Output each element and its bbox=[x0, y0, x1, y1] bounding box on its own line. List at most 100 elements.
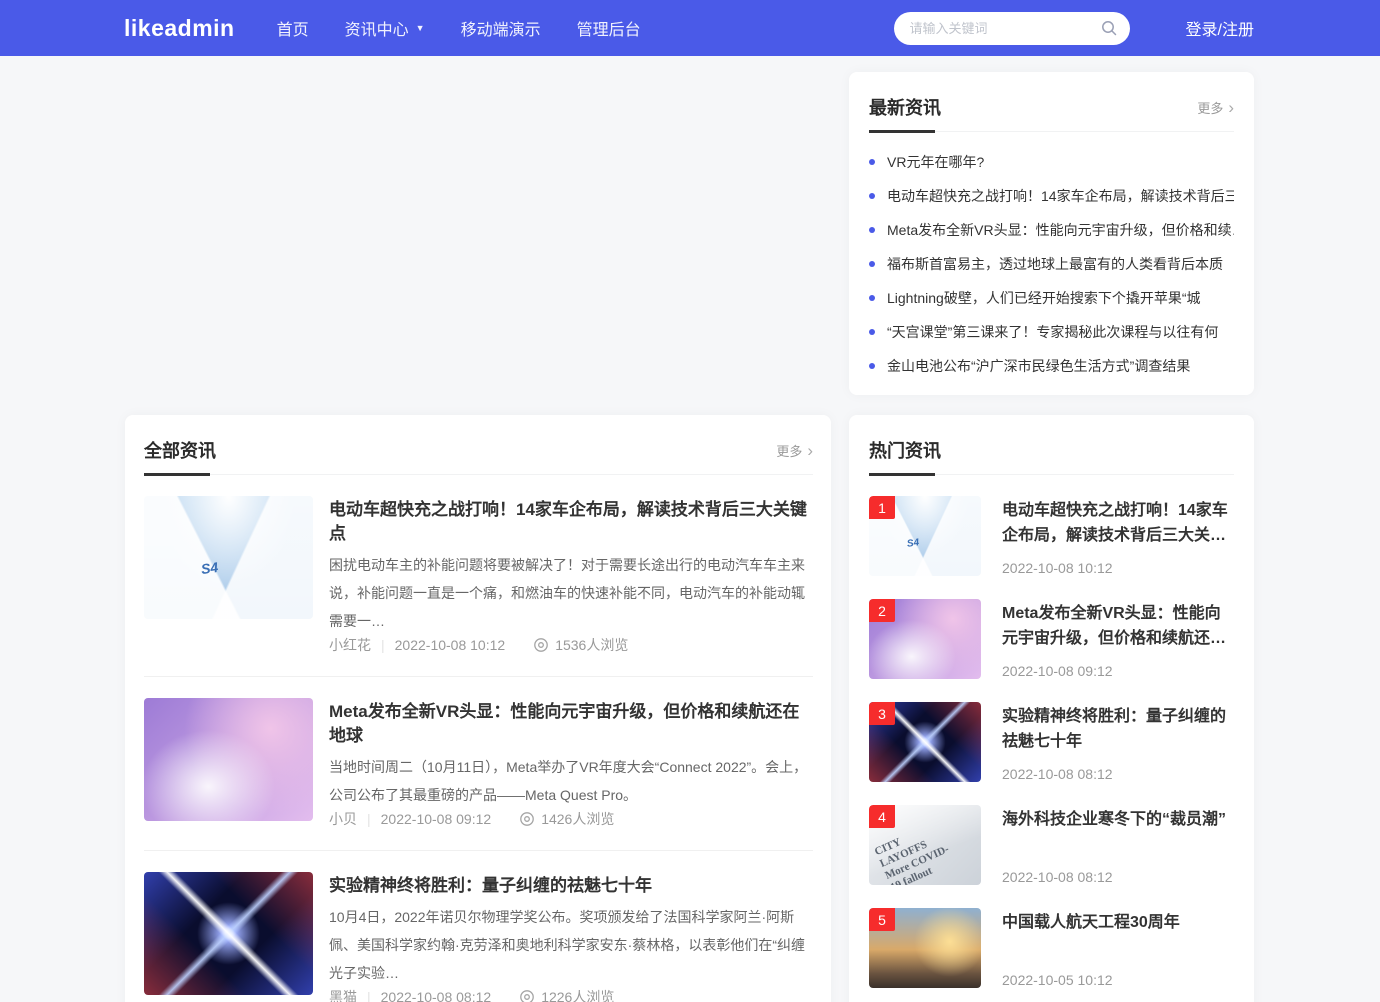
all-news-more-link[interactable]: 更多 › bbox=[776, 441, 813, 460]
list-item[interactable]: “天宫课堂”第三课来了！专家揭秘此次课程与以往有何 bbox=[869, 315, 1234, 349]
article-row[interactable]: Meta发布全新VR头显：性能向元宇宙升级，但价格和续航还在地球 当地时间周二（… bbox=[144, 676, 813, 850]
search-box bbox=[894, 12, 1130, 45]
hot-item-date: 2022-10-08 08:12 bbox=[1002, 766, 1234, 782]
hot-item-date: 2022-10-05 10:12 bbox=[1002, 972, 1234, 988]
article-title[interactable]: 实验精神终将胜利：量子纠缠的祛魅七十年 bbox=[329, 874, 813, 898]
meta-divider: | bbox=[367, 811, 371, 827]
hot-news-panel: 热门资讯 1 S4 电动车超快充之战打响！14家车企布局，解读技术背后三大关键点… bbox=[849, 415, 1254, 1002]
hot-item-date: 2022-10-08 09:12 bbox=[1002, 663, 1234, 679]
latest-news-list: VR元年在哪年? 电动车超快充之战打响！14家车企布局，解读技术背后三… Met… bbox=[869, 132, 1234, 383]
nav-item-admin-panel[interactable]: 管理后台 bbox=[577, 16, 641, 40]
hot-thumbnail-quantum[interactable]: 3 bbox=[869, 702, 981, 782]
hot-item-title[interactable]: 电动车超快充之战打响！14家车企布局，解读技术背后三大关键点 bbox=[1002, 498, 1234, 548]
rank-badge: 2 bbox=[869, 599, 895, 622]
article-meta: 小红花 | 2022-10-08 10:12 1536人浏览 bbox=[329, 635, 813, 655]
bullet-dot-icon bbox=[869, 329, 875, 335]
hot-news-item[interactable]: 4 CITY LAYOFFS More COVID-19 fallout 海外科… bbox=[869, 805, 1234, 885]
hot-item-date: 2022-10-08 10:12 bbox=[1002, 560, 1234, 576]
search-icon[interactable] bbox=[1100, 19, 1118, 37]
list-item[interactable]: Meta发布全新VR头显：性能向元宇宙升级，但价格和续…还 bbox=[869, 213, 1234, 247]
hot-item-title[interactable]: 实验精神终将胜利：量子纠缠的祛魅七十年 bbox=[1002, 704, 1234, 754]
eye-icon bbox=[519, 989, 535, 1002]
main-nav: 首页 资讯中心 ▼ 移动端演示 管理后台 bbox=[277, 16, 677, 40]
top-navbar: likeadmin 首页 资讯中心 ▼ 移动端演示 管理后台 bbox=[0, 0, 1380, 56]
chevron-down-icon: ▼ bbox=[416, 23, 425, 33]
hot-thumbnail-vr-headset[interactable]: 2 bbox=[869, 599, 981, 679]
article-author: 黑猫 bbox=[329, 987, 357, 1002]
article-meta: 小贝 | 2022-10-08 09:12 1426人浏览 bbox=[329, 809, 813, 829]
article-date: 2022-10-08 09:12 bbox=[381, 811, 492, 827]
hot-thumbnail-ev-charging[interactable]: 1 S4 bbox=[869, 496, 981, 576]
login-register-link[interactable]: 登录/注册 bbox=[1186, 16, 1254, 40]
hot-news-item[interactable]: 1 S4 电动车超快充之战打响！14家车企布局，解读技术背后三大关键点 2022… bbox=[869, 496, 1234, 576]
bullet-dot-icon bbox=[869, 227, 875, 233]
list-item[interactable]: 电动车超快充之战打响！14家车企布局，解读技术背后三… bbox=[869, 179, 1234, 213]
article-summary: 10月4日，2022年诺贝尔物理学奖公布。奖项颁发给了法国科学家阿兰·阿斯佩、美… bbox=[329, 903, 813, 987]
rank-badge: 1 bbox=[869, 496, 895, 519]
article-views: 1536人浏览 bbox=[533, 635, 628, 655]
article-author: 小贝 bbox=[329, 809, 357, 829]
title-accent-bar bbox=[144, 473, 210, 476]
article-title[interactable]: Meta发布全新VR头显：性能向元宇宙升级，但价格和续航还在地球 bbox=[329, 700, 813, 748]
hot-news-title: 热门资讯 bbox=[869, 437, 941, 463]
article-date: 2022-10-08 08:12 bbox=[381, 989, 492, 1002]
hot-news-header: 热门资讯 bbox=[869, 415, 1234, 475]
hot-item-date: 2022-10-08 08:12 bbox=[1002, 869, 1234, 885]
latest-news-header: 最新资讯 更多 › bbox=[869, 72, 1234, 132]
article-author: 小红花 bbox=[329, 635, 371, 655]
hot-item-title[interactable]: Meta发布全新VR头显：性能向元宇宙升级，但价格和续航还在地球 bbox=[1002, 601, 1234, 651]
search-input[interactable] bbox=[910, 21, 1100, 36]
site-logo[interactable]: likeadmin bbox=[124, 15, 235, 42]
article-summary: 困扰电动车主的补能问题将要被解决了！对于需要长途出行的电动汽车车主来说，补能问题… bbox=[329, 551, 813, 635]
hot-news-list: 1 S4 电动车超快充之战打响！14家车企布局，解读技术背后三大关键点 2022… bbox=[869, 475, 1234, 988]
latest-news-panel: 最新资讯 更多 › VR元年在哪年? 电动车超快充之战打响！14家车企布局，解读… bbox=[849, 72, 1254, 395]
list-item[interactable]: VR元年在哪年? bbox=[869, 145, 1234, 179]
latest-news-title: 最新资讯 bbox=[869, 94, 941, 120]
meta-divider: | bbox=[367, 989, 371, 1002]
hot-thumbnail-space-anniversary[interactable]: 5 bbox=[869, 908, 981, 988]
nav-item-news-center[interactable]: 资讯中心 ▼ bbox=[345, 16, 425, 40]
article-views: 1426人浏览 bbox=[519, 809, 614, 829]
all-news-panel: 全部资讯 更多 › S4 电动车超快充之战打响！14家车企布局，解读技术背后三大… bbox=[125, 415, 831, 1002]
bullet-dot-icon bbox=[869, 295, 875, 301]
title-accent-bar bbox=[869, 130, 935, 133]
meta-divider: | bbox=[381, 637, 385, 653]
article-thumbnail-vr-headset[interactable] bbox=[144, 698, 313, 821]
chevron-right-icon: › bbox=[1228, 101, 1234, 114]
article-row[interactable]: 实验精神终将胜利：量子纠缠的祛魅七十年 10月4日，2022年诺贝尔物理学奖公布… bbox=[144, 850, 813, 1002]
hot-item-title[interactable]: 海外科技企业寒冬下的“裁员潮” bbox=[1002, 807, 1234, 832]
article-thumbnail-ev-charging[interactable]: S4 bbox=[144, 496, 313, 619]
article-summary: 当地时间周二（10月11日），Meta举办了VR年度大会“Connect 202… bbox=[329, 753, 813, 809]
article-thumbnail-quantum[interactable] bbox=[144, 872, 313, 995]
hot-thumbnail-layoffs[interactable]: 4 CITY LAYOFFS More COVID-19 fallout bbox=[869, 805, 981, 885]
news-portal-page: likeadmin 首页 资讯中心 ▼ 移动端演示 管理后台 bbox=[0, 0, 1380, 1002]
eye-icon bbox=[519, 811, 535, 827]
all-news-title: 全部资讯 bbox=[144, 437, 216, 463]
title-accent-bar bbox=[869, 473, 935, 476]
latest-more-link[interactable]: 更多 › bbox=[1197, 98, 1234, 117]
hot-news-item[interactable]: 2 Meta发布全新VR头显：性能向元宇宙升级，但价格和续航还在地球 2022-… bbox=[869, 599, 1234, 679]
article-meta: 黑猫 | 2022-10-08 08:12 1226人浏览 bbox=[329, 987, 813, 1002]
chevron-right-icon: › bbox=[807, 444, 813, 457]
hot-item-title[interactable]: 中国载人航天工程30周年 bbox=[1002, 910, 1234, 935]
nav-item-home[interactable]: 首页 bbox=[277, 16, 309, 40]
all-news-header: 全部资讯 更多 › bbox=[144, 415, 813, 475]
rank-badge: 3 bbox=[869, 702, 895, 725]
bullet-dot-icon bbox=[869, 363, 875, 369]
list-item[interactable]: 福布斯首富易主，透过地球上最富有的人类看背后本质 bbox=[869, 247, 1234, 281]
bullet-dot-icon bbox=[869, 261, 875, 267]
rank-badge: 5 bbox=[869, 908, 895, 931]
list-item[interactable]: Lightning破壁，人们已经开始搜索下个撬开苹果“城 bbox=[869, 281, 1234, 315]
eye-icon bbox=[533, 637, 549, 653]
list-item[interactable]: 金山电池公布“沪广深市民绿色生活方式”调查结果 bbox=[869, 349, 1234, 383]
article-title[interactable]: 电动车超快充之战打响！14家车企布局，解读技术背后三大关键点 bbox=[329, 498, 813, 546]
bullet-dot-icon bbox=[869, 193, 875, 199]
hot-news-item[interactable]: 5 中国载人航天工程30周年 2022-10-05 10:12 bbox=[869, 908, 1234, 988]
hot-news-item[interactable]: 3 实验精神终将胜利：量子纠缠的祛魅七十年 2022-10-08 08:12 bbox=[869, 702, 1234, 782]
bullet-dot-icon bbox=[869, 159, 875, 165]
article-date: 2022-10-08 10:12 bbox=[395, 637, 506, 653]
article-views: 1226人浏览 bbox=[519, 987, 614, 1002]
rank-badge: 4 bbox=[869, 805, 895, 828]
nav-item-mobile-demo[interactable]: 移动端演示 bbox=[461, 16, 541, 40]
article-row[interactable]: S4 电动车超快充之战打响！14家车企布局，解读技术背后三大关键点 困扰电动车主… bbox=[144, 475, 813, 676]
